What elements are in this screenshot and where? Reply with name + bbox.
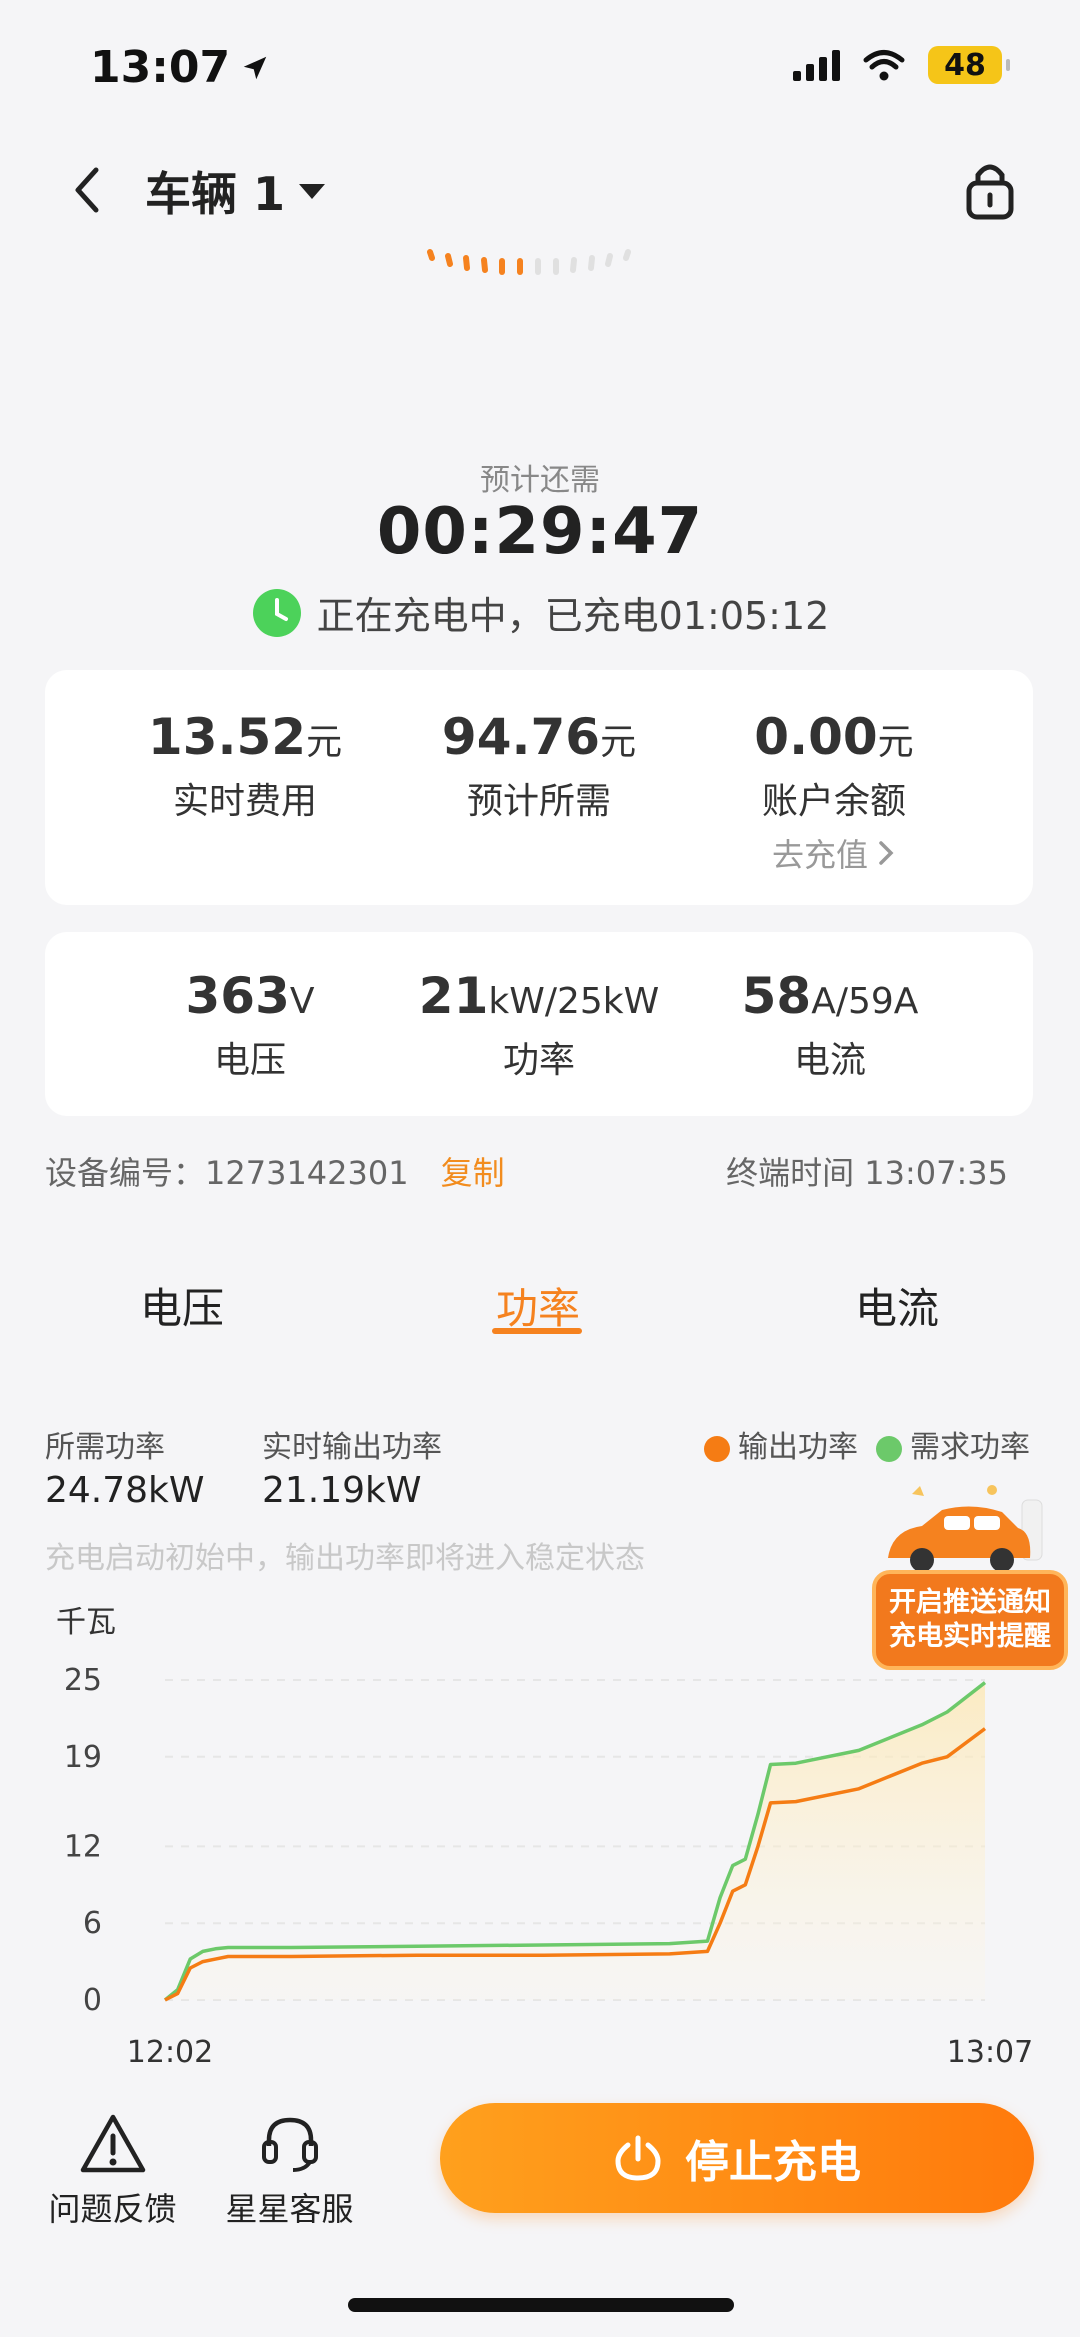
status-time: 13:07 — [90, 42, 270, 93]
vehicle-name: 车辆 1 — [145, 167, 286, 221]
customer-service-button[interactable]: 星星客服 — [222, 2112, 357, 2230]
status-icons: 48 — [793, 46, 1010, 84]
charging-status: 正在充电中，已充电01:05:12 — [0, 585, 1080, 640]
battery-level: 48 — [944, 47, 986, 83]
required-power-value: 24.78kW — [45, 1470, 205, 1511]
remaining-time: 00:29:47 — [376, 495, 704, 569]
estimated-cost: 94.76元 预计所需 — [374, 708, 704, 824]
power-icon — [615, 2135, 661, 2181]
clock-text: 13:07 — [90, 42, 231, 93]
headset-icon — [261, 2117, 318, 2172]
realtime-cost-label: 实时费用 — [172, 781, 317, 822]
wifi-icon — [863, 50, 905, 81]
cost-card: 13.52元 实时费用 94.76元 预计所需 0.00元 账户余额 去充值 — [45, 670, 1033, 905]
power-value: 21 — [418, 967, 489, 1025]
account-balance: 0.00元 账户余额 去充值 — [669, 708, 999, 876]
current-label: 电流 — [793, 1040, 866, 1081]
chart-legend: 输出功率 需求功率 — [704, 1422, 1030, 1466]
realtime-cost-value: 13.52 — [147, 708, 307, 766]
battery-indicator: 48 — [928, 46, 1010, 84]
legend-output-label: 输出功率 — [738, 1430, 858, 1465]
recharge-label: 去充值 — [771, 836, 868, 874]
current-stat: 58A/59A 电流 — [665, 967, 995, 1083]
y-tick-label: 12 — [64, 1829, 102, 1864]
output-power-label: 实时输出功率 — [262, 1430, 442, 1465]
chart-hint: 充电启动初始中，输出功率即将进入稳定状态 — [45, 1541, 645, 1576]
tab-power[interactable]: 功率 — [496, 1275, 580, 1336]
terminal-time: 终端时间 13:07:35 — [726, 1154, 1008, 1192]
output-power-value: 21.19kW — [262, 1470, 422, 1511]
charge-gauge-ticks — [427, 249, 631, 275]
remaining-label: 预计还需 — [480, 463, 600, 498]
active-tab-indicator — [492, 1328, 582, 1334]
estimated-cost-unit: 元 — [600, 722, 637, 763]
required-power-label: 所需功率 — [45, 1430, 165, 1465]
x-tick-label: 12:02 — [127, 2035, 213, 2070]
estimated-cost-value: 94.76 — [441, 708, 601, 766]
tab-voltage[interactable]: 电压 — [140, 1275, 224, 1336]
recharge-link[interactable]: 去充值 — [669, 830, 999, 876]
legend-demand: 需求功率 — [876, 1422, 1030, 1466]
promo-text-box: 开启推送通知 充电实时提醒 — [872, 1570, 1068, 1670]
warning-icon — [80, 2114, 145, 2173]
y-tick-label: 6 — [83, 1906, 102, 1941]
estimated-cost-label: 预计所需 — [466, 781, 611, 822]
voltage-value: 363 — [185, 967, 290, 1025]
balance-unit: 元 — [877, 722, 914, 763]
customer-service-label: 星星客服 — [225, 2190, 354, 2228]
push-notification-promo[interactable]: 开启推送通知 充电实时提醒 — [872, 1470, 1068, 1670]
promo-line1: 开启推送通知 — [889, 1587, 1051, 1618]
cellular-signal-icon — [793, 49, 840, 81]
power-stat: 21kW/25kW 功率 — [374, 967, 704, 1083]
stop-charging-label: 停止充电 — [685, 2137, 861, 2188]
balance-value: 0.00 — [754, 708, 878, 766]
voltage-stat: 363V 电压 — [85, 967, 415, 1083]
legend-demand-dot — [876, 1435, 902, 1462]
promo-line2: 充电实时提醒 — [889, 1621, 1051, 1652]
car-charging-icon — [888, 1485, 1043, 1572]
current-value: 58 — [741, 967, 812, 1025]
device-info: 设备编号：1273142301 复制 — [45, 1148, 505, 1194]
voltage-label: 电压 — [213, 1040, 286, 1081]
y-tick-label: 19 — [64, 1740, 102, 1775]
device-number: 设备编号：1273142301 — [45, 1154, 409, 1192]
balance-label: 账户余额 — [761, 781, 906, 822]
power-label: 功率 — [502, 1040, 575, 1081]
y-axis-label: 千瓦 — [56, 1605, 116, 1640]
y-tick-label: 0 — [83, 1983, 102, 2018]
power-unit: kW/25kW — [488, 981, 660, 1022]
back-arrow-icon[interactable] — [60, 160, 120, 220]
chevron-right-icon — [879, 841, 894, 865]
vehicle-selector[interactable]: 车辆 1 — [145, 158, 326, 224]
current-unit: A/59A — [811, 981, 919, 1022]
tab-current[interactable]: 电流 — [855, 1275, 939, 1336]
copy-button[interactable]: 复制 — [441, 1148, 505, 1194]
stop-charging-button[interactable]: 停止充电 — [440, 2103, 1034, 2213]
home-indicator[interactable] — [348, 2298, 734, 2312]
charging-status-text: 正在充电中，已充电01:05:12 — [316, 594, 830, 638]
legend-output: 输出功率 — [704, 1422, 858, 1466]
electric-stats-card: 363V 电压 21kW/25kW 功率 58A/59A 电流 — [45, 932, 1033, 1116]
clock-icon — [252, 588, 301, 637]
voltage-unit: V — [289, 981, 315, 1022]
legend-demand-label: 需求功率 — [910, 1430, 1030, 1465]
feedback-button[interactable]: 问题反馈 — [45, 2112, 180, 2230]
legend-output-dot — [704, 1435, 730, 1462]
chevron-down-icon — [299, 183, 326, 199]
location-arrow-icon — [243, 56, 267, 79]
realtime-cost-unit: 元 — [306, 722, 343, 763]
x-tick-label: 13:07 — [947, 2035, 1033, 2070]
realtime-cost: 13.52元 实时费用 — [80, 708, 410, 824]
y-tick-label: 25 — [64, 1663, 102, 1698]
feedback-label: 问题反馈 — [48, 2190, 177, 2228]
demand-area — [165, 1682, 985, 2000]
lock-icon[interactable] — [955, 155, 1025, 225]
